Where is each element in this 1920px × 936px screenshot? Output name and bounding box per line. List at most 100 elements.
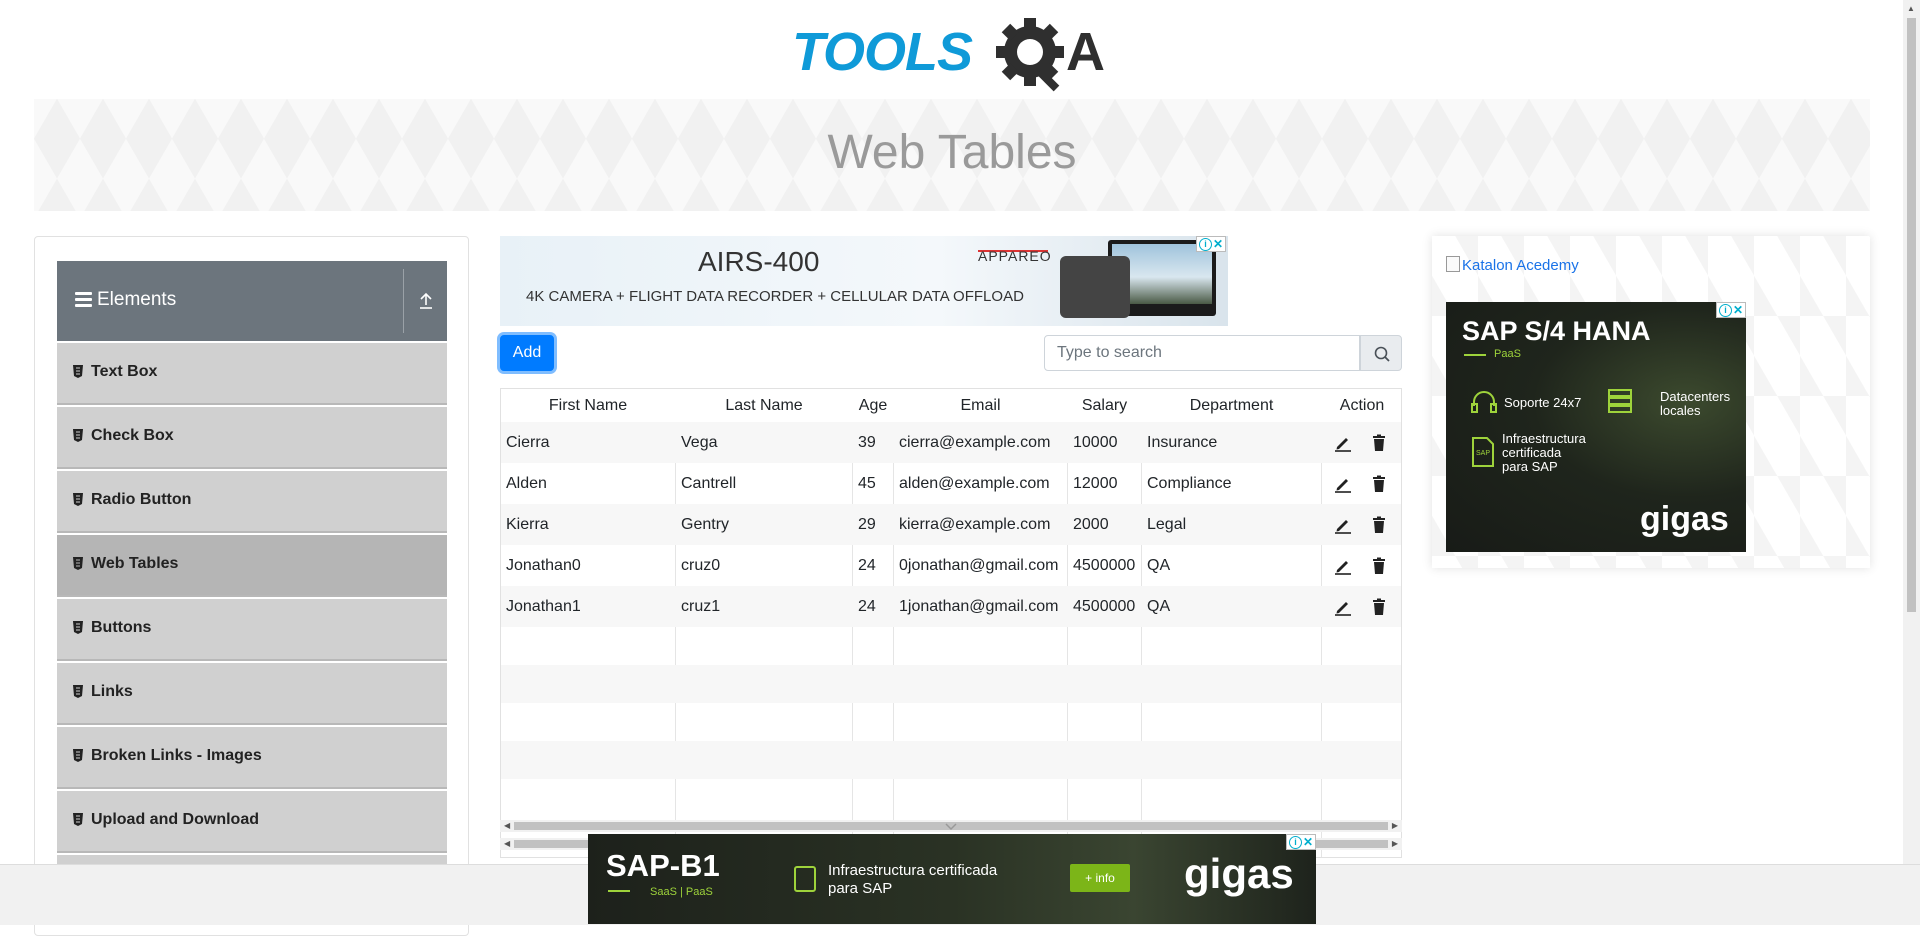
gear-icon xyxy=(996,18,1064,92)
ad-banner-top[interactable]: AIRS-400 4K CAMERA + FLIGHT DATA RECORDE… xyxy=(500,236,1228,326)
search-icon xyxy=(1374,346,1390,362)
html5-icon xyxy=(73,493,83,506)
cell-first-name: Kierra xyxy=(506,516,549,533)
empty-row xyxy=(501,779,1401,817)
edit-icon[interactable] xyxy=(1334,475,1352,493)
sidebar-item-text-box[interactable]: Text Box xyxy=(57,343,447,405)
adchoices-icon[interactable]: i ✕ xyxy=(1196,236,1226,252)
delete-icon[interactable] xyxy=(1370,475,1388,493)
page-banner: Web Tables xyxy=(34,99,1870,211)
column-header-first-name[interactable]: First Name xyxy=(501,389,675,422)
adchoices-icon[interactable]: i ✕ xyxy=(1286,834,1316,850)
column-header-last-name[interactable]: Last Name xyxy=(676,389,852,422)
sidebar-item-label: Broken Links - Images xyxy=(91,747,262,764)
ad-title: SAP S/4 HANA xyxy=(1462,316,1651,346)
cell-email: 0jonathan@gmail.com xyxy=(899,557,1059,574)
toolsqa-logo[interactable]: TOOLS A xyxy=(790,12,1116,92)
cell-last-name: cruz1 xyxy=(681,598,721,615)
collapse-arrow-icon[interactable] xyxy=(417,289,435,311)
cell-first-name: Alden xyxy=(506,475,547,492)
sidebar-item-label: Buttons xyxy=(91,619,152,636)
edit-icon[interactable] xyxy=(1334,434,1352,452)
ad-tag: SaaS | PaaS xyxy=(650,886,713,898)
ad-feature: Datacenters xyxy=(1660,389,1731,404)
sidebar-item-radio-button[interactable]: Radio Button xyxy=(57,471,447,533)
scrollbar-thumb[interactable] xyxy=(1907,18,1916,612)
column-header-salary[interactable]: Salary xyxy=(1068,389,1141,422)
column-header-age[interactable]: Age xyxy=(853,389,893,422)
document-check-icon: SAP xyxy=(1472,437,1494,467)
sidebar-group-elements[interactable]: Elements xyxy=(57,261,447,341)
ad-accent-bar xyxy=(1464,354,1486,356)
cell-salary: 12000 xyxy=(1073,475,1118,492)
ad-title: AIRS-400 xyxy=(698,246,820,277)
cell-age: 24 xyxy=(858,598,876,615)
ad-title: SAP-B1 xyxy=(606,848,720,883)
html5-icon xyxy=(73,557,83,570)
sidebar-item-label: Text Box xyxy=(91,363,158,380)
sidebar-item-buttons[interactable]: Buttons xyxy=(57,599,447,661)
headset-icon xyxy=(1471,391,1497,413)
cell-department: Legal xyxy=(1147,516,1187,533)
cell-department: Insurance xyxy=(1147,434,1218,451)
sidebar-item-label: Check Box xyxy=(91,427,174,444)
sidebar-item-web-tables[interactable]: Web Tables xyxy=(57,535,447,597)
sidebar-item-label: Radio Button xyxy=(91,491,192,508)
edit-icon[interactable] xyxy=(1334,516,1352,534)
sap-hana-ad[interactable]: SAP S/4 HANA PaaS Soporte 24x7 Datacente… xyxy=(1446,302,1746,552)
delete-icon[interactable] xyxy=(1370,516,1388,534)
sidebar: Elements Text Box Check Box Radio Button… xyxy=(34,236,469,936)
ad-feature: locales xyxy=(1660,403,1701,418)
cell-email: kierra@example.com xyxy=(899,516,1051,533)
delete-icon[interactable] xyxy=(1370,434,1388,452)
cell-age: 39 xyxy=(858,434,876,451)
edit-icon[interactable] xyxy=(1334,598,1352,616)
katalon-link[interactable]: Katalon Acedemy xyxy=(1446,256,1579,274)
cell-age: 24 xyxy=(858,557,876,574)
ad-accent-bar xyxy=(608,890,630,892)
cell-department: QA xyxy=(1147,557,1171,574)
empty-row xyxy=(501,627,1401,668)
chevron-down-icon[interactable] xyxy=(944,822,958,832)
header-divider xyxy=(403,269,404,333)
delete-icon[interactable] xyxy=(1370,557,1388,575)
column-header-email[interactable]: Email xyxy=(894,389,1067,422)
html5-icon xyxy=(73,749,83,762)
cell-first-name: Jonathan0 xyxy=(506,557,581,574)
delete-icon[interactable] xyxy=(1370,598,1388,616)
html5-icon xyxy=(73,429,83,442)
ad-subtitle: 4K CAMERA + FLIGHT DATA RECORDER + CELLU… xyxy=(526,288,1024,305)
empty-row xyxy=(501,741,1401,779)
add-button[interactable]: Add xyxy=(500,335,554,371)
right-ad-panel: Katalon Acedemy SAP S/4 HANA PaaS Soport… xyxy=(1432,236,1870,568)
search-button[interactable] xyxy=(1360,335,1402,371)
search-input[interactable] xyxy=(1044,335,1360,371)
page-scrollbar[interactable]: ▲ xyxy=(1903,0,1920,864)
ad-text-line: Infraestructura certificada xyxy=(828,862,998,879)
sidebar-item-links[interactable]: Links xyxy=(57,663,447,725)
table-header: First Name Last Name Age Email Salary De… xyxy=(501,389,1401,422)
table-row: Alden Cantrell 45 alden@example.com 1200… xyxy=(501,463,1401,504)
html5-icon xyxy=(73,365,83,378)
web-table: First Name Last Name Age Email Salary De… xyxy=(500,388,1402,858)
ad-text-line: para SAP xyxy=(828,880,893,897)
cell-salary: 10000 xyxy=(1073,434,1118,451)
sidebar-item-broken-links[interactable]: Broken Links - Images xyxy=(57,727,447,789)
ad-camera-image xyxy=(1060,256,1130,318)
sidebar-item-upload-download[interactable]: Upload and Download xyxy=(57,791,447,853)
more-info-button[interactable]: + info xyxy=(1070,864,1130,892)
empty-row xyxy=(501,703,1401,741)
sidebar-menu: Text Box Check Box Radio Button Web Tabl… xyxy=(57,343,447,919)
cell-last-name: Cantrell xyxy=(681,475,737,492)
adchoices-icon[interactable]: i ✕ xyxy=(1716,302,1746,318)
sidebar-item-check-box[interactable]: Check Box xyxy=(57,407,447,469)
cell-email: cierra@example.com xyxy=(899,434,1051,451)
search-box xyxy=(1044,335,1402,371)
sap-b1-ad[interactable]: SAP-B1 SaaS | PaaS Infraestructura certi… xyxy=(588,834,1316,924)
cell-email: alden@example.com xyxy=(899,475,1050,492)
table-row: Jonathan0 cruz0 24 0jonathan@gmail.com 4… xyxy=(501,545,1401,586)
edit-icon[interactable] xyxy=(1334,557,1352,575)
cell-last-name: cruz0 xyxy=(681,557,721,574)
cell-salary: 4500000 xyxy=(1073,598,1136,615)
column-header-department[interactable]: Department xyxy=(1142,389,1321,422)
